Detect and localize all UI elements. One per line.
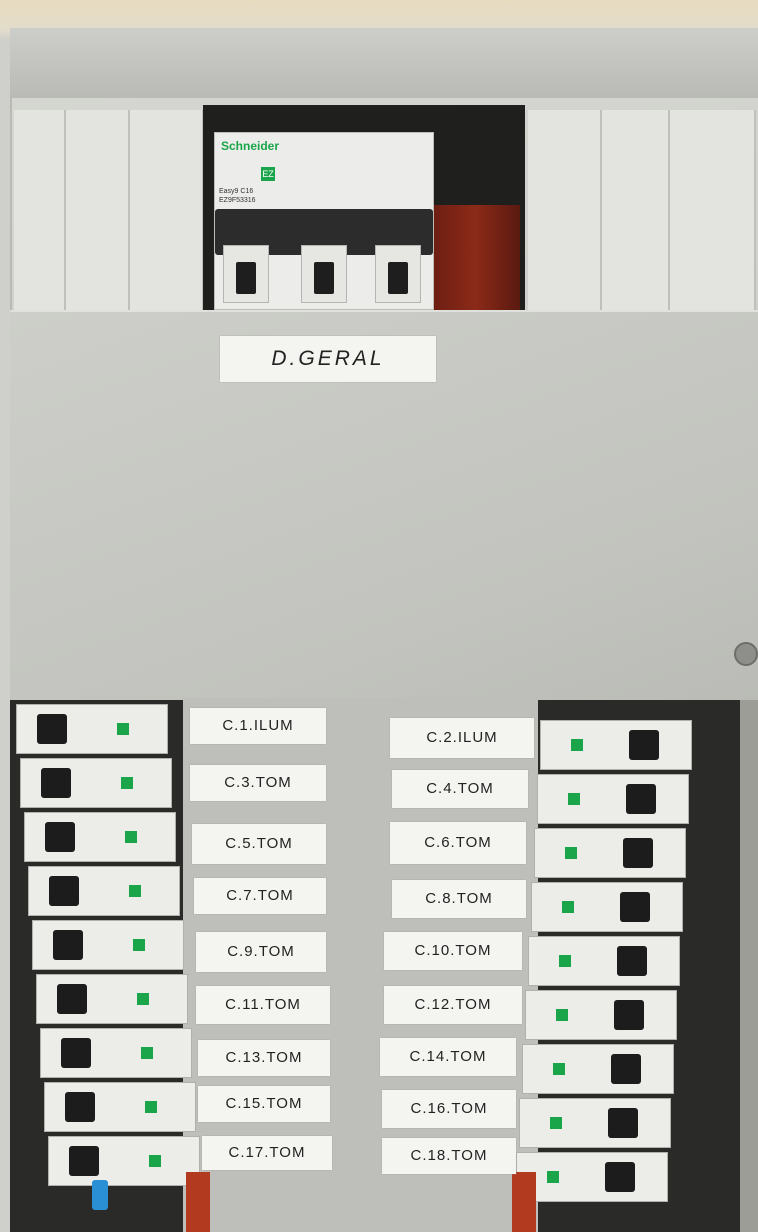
circuit-breaker[interactable]: [44, 1082, 196, 1132]
busbar: [430, 205, 520, 310]
circuit-label: C.9.TOM: [196, 932, 326, 972]
toggle-icon[interactable]: [49, 876, 79, 906]
ez-icon: [117, 723, 129, 735]
ez-icon: [121, 777, 133, 789]
toggle-icon: [236, 262, 256, 294]
circuit-label: C.7.TOM: [194, 878, 326, 914]
toggle-icon[interactable]: [608, 1108, 638, 1138]
toggle-icon[interactable]: [37, 714, 67, 744]
toggle-icon[interactable]: [629, 730, 659, 760]
toggle-icon[interactable]: [65, 1092, 95, 1122]
breaker-pole: [223, 245, 269, 303]
toggle-icon[interactable]: [626, 784, 656, 814]
toggle-icon[interactable]: [41, 768, 71, 798]
circuit-label: C.6.TOM: [390, 822, 526, 864]
circuit-breaker[interactable]: [531, 882, 683, 932]
ez-icon: [149, 1155, 161, 1167]
ez-icon: [133, 939, 145, 951]
circuit-label: C.18.TOM: [382, 1138, 516, 1174]
toggle-icon[interactable]: [623, 838, 653, 868]
circuit-breaker[interactable]: [24, 812, 176, 862]
blank-slot: [14, 110, 66, 310]
main-breaker[interactable]: Schneider EZ Easy9 C16 EZ9F53316: [214, 132, 434, 310]
circuit-breaker[interactable]: [534, 828, 686, 878]
ez-icon: [565, 847, 577, 859]
ez-icon: [556, 1009, 568, 1021]
circuit-breaker[interactable]: [519, 1098, 671, 1148]
main-breaker-label: D.GERAL: [220, 336, 436, 382]
blank-slot: [66, 110, 130, 310]
circuit-breaker[interactable]: [537, 774, 689, 824]
toggle-icon: [314, 262, 334, 294]
ez-icon: [145, 1101, 157, 1113]
circuit-label: C.14.TOM: [380, 1038, 516, 1076]
red-cable: [512, 1172, 536, 1232]
brand-logo: Schneider: [221, 139, 280, 153]
toggle-icon[interactable]: [620, 892, 650, 922]
circuit-breaker[interactable]: [522, 1044, 674, 1094]
circuit-label: C.16.TOM: [382, 1090, 516, 1128]
screw-icon: [734, 642, 758, 666]
circuit-label: C.8.TOM: [392, 880, 526, 918]
electrical-panel-photo: Schneider EZ Easy9 C16 EZ9F53316 D.GERAL…: [0, 0, 758, 1232]
circuit-breaker[interactable]: [540, 720, 692, 770]
toggle-icon[interactable]: [617, 946, 647, 976]
circuit-breaker[interactable]: [32, 920, 184, 970]
ez-icon: [125, 831, 137, 843]
ez-icon: [559, 955, 571, 967]
circuit-breaker[interactable]: [20, 758, 172, 808]
toggle-icon[interactable]: [614, 1000, 644, 1030]
circuit-breaker[interactable]: [528, 936, 680, 986]
circuit-breaker[interactable]: [516, 1152, 668, 1202]
toggle-icon[interactable]: [53, 930, 83, 960]
circuit-breaker[interactable]: [525, 990, 677, 1040]
ez-icon: [550, 1117, 562, 1129]
blank-slot: [602, 110, 670, 310]
circuit-label: C.2.ILUM: [390, 718, 534, 758]
blank-slot: [528, 110, 602, 310]
breaker-pole: [375, 245, 421, 303]
breaker-pole: [301, 245, 347, 303]
circuit-label: C.3.TOM: [190, 765, 326, 801]
ez-icon: [547, 1171, 559, 1183]
circuit-label: C.13.TOM: [198, 1040, 330, 1076]
ez-icon: [571, 739, 583, 751]
red-cable: [186, 1172, 210, 1232]
circuit-breaker[interactable]: [28, 866, 180, 916]
ez-icon: [137, 993, 149, 1005]
panel-top-lip: [10, 28, 758, 98]
panel-edge: [740, 700, 758, 1232]
circuit-label: C.12.TOM: [384, 986, 522, 1024]
circuit-breaker[interactable]: [40, 1028, 192, 1078]
ez-icon: [568, 793, 580, 805]
circuit-breaker[interactable]: [16, 704, 168, 754]
ez-icon: EZ: [261, 167, 275, 181]
circuit-label: C.17.TOM: [202, 1136, 332, 1170]
circuit-breaker[interactable]: [36, 974, 188, 1024]
blank-slot: [130, 110, 204, 310]
circuit-label: C.10.TOM: [384, 932, 522, 970]
circuit-label: C.11.TOM: [196, 986, 330, 1024]
circuit-label: C.1.ILUM: [190, 708, 326, 744]
ez-icon: [553, 1063, 565, 1075]
circuit-label: C.5.TOM: [192, 824, 326, 864]
toggle-icon[interactable]: [45, 822, 75, 852]
blank-slot: [670, 110, 756, 310]
toggle-icon: [388, 262, 408, 294]
circuit-label: C.4.TOM: [392, 770, 528, 808]
ez-icon: [129, 885, 141, 897]
blue-tab: [92, 1180, 108, 1210]
ez-icon: [562, 901, 574, 913]
toggle-icon[interactable]: [57, 984, 87, 1014]
toggle-icon[interactable]: [61, 1038, 91, 1068]
toggle-icon[interactable]: [605, 1162, 635, 1192]
toggle-icon[interactable]: [69, 1146, 99, 1176]
ez-icon: [141, 1047, 153, 1059]
rating-text: Easy9 C16 EZ9F53316: [219, 188, 256, 204]
toggle-icon[interactable]: [611, 1054, 641, 1084]
circuit-breaker[interactable]: [48, 1136, 200, 1186]
circuit-label: C.15.TOM: [198, 1086, 330, 1122]
